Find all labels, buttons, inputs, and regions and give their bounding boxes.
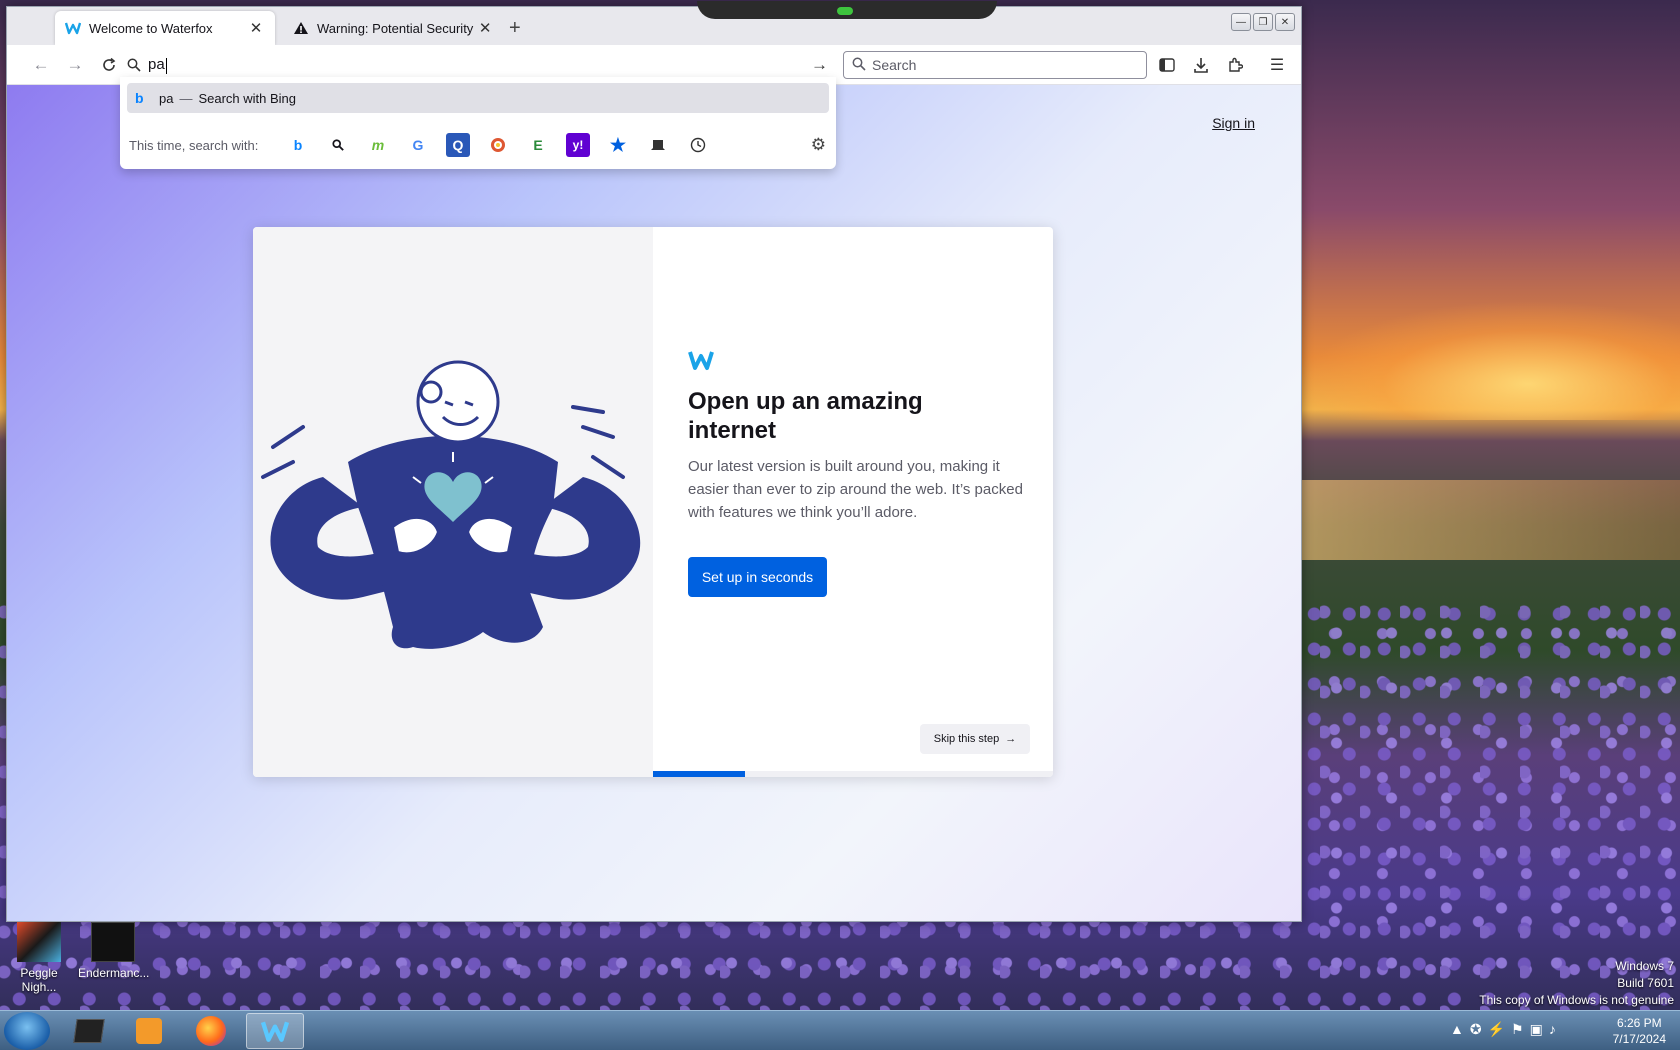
progress-fill <box>653 771 745 777</box>
skip-label: Skip this step <box>933 733 1000 745</box>
person-hugging-illustration <box>261 360 641 649</box>
search-engine-list: b m G Q E y! ★ <box>286 133 710 157</box>
taskbar-media-player[interactable] <box>120 1013 178 1049</box>
browser-window: Welcome to Waterfox ✕ Warning: Potential… <box>6 1 1302 922</box>
gadget-bar <box>697 1 997 19</box>
tab-security-warning[interactable]: Warning: Potential Security Risk ✕ <box>283 11 503 45</box>
tab-welcome[interactable]: Welcome to Waterfox ✕ <box>55 11 275 45</box>
show-hidden-icons[interactable]: ▲ <box>1450 1021 1464 1038</box>
warning-icon <box>293 20 309 36</box>
clock-date: 7/17/2024 <box>1612 1032 1666 1046</box>
address-bar-dropdown: b pa — Search with Bing This time, searc… <box>120 77 836 169</box>
media-player-icon <box>136 1018 162 1044</box>
search-icon <box>852 57 866 74</box>
mojeek-icon[interactable]: m <box>366 133 390 157</box>
waterfox-logo-icon <box>688 349 714 376</box>
setup-button[interactable]: Set up in seconds <box>688 557 827 597</box>
close-icon[interactable]: ✕ <box>247 19 265 37</box>
onboarding-progress <box>653 771 1053 777</box>
taskbar-waterfox[interactable] <box>246 1013 304 1049</box>
tray-app-icon[interactable]: ⚡ <box>1488 1021 1505 1038</box>
new-tab-button[interactable]: + <box>509 17 521 40</box>
sign-in-link[interactable]: Sign in <box>1212 115 1255 131</box>
skip-step-button[interactable]: Skip this step → <box>920 724 1030 754</box>
taskbar-terminal[interactable] <box>60 1013 118 1049</box>
firefox-icon <box>196 1016 226 1046</box>
taskbar-firefox[interactable] <box>182 1013 240 1049</box>
gear-icon[interactable]: ⚙ <box>811 135 826 155</box>
desktop-icon-enderman[interactable]: Endermanc... <box>78 922 150 980</box>
desktop-icon-peggle[interactable]: Peggle Nigh... <box>4 922 74 994</box>
restore-button[interactable]: ❐ <box>1253 13 1273 31</box>
clock[interactable]: 6:26 PM 7/17/2024 <box>1613 1015 1666 1047</box>
bookmarks-icon[interactable]: ★ <box>606 133 630 157</box>
suggestion-query: pa <box>159 90 174 106</box>
clock-time: 6:26 PM <box>1616 1016 1662 1030</box>
page-content: Sign in Open up an amazing internet Our … <box>7 85 1301 921</box>
onboarding-card: Open up an amazing internet Our latest v… <box>253 227 1053 777</box>
peggle-icon <box>17 922 61 962</box>
waterfox-icon <box>260 1021 290 1042</box>
duckduckgo-icon[interactable] <box>486 133 510 157</box>
menu-icon[interactable]: ☰ <box>1265 53 1289 77</box>
suggestion-separator: — <box>179 90 193 106</box>
back-button[interactable]: ← <box>29 53 53 77</box>
close-window-button[interactable]: ✕ <box>1275 13 1295 31</box>
waterfox-icon <box>65 20 81 36</box>
system-tray: ▲ ✪ ⚡ ⚑ ▣ ♪ <box>1450 1021 1556 1038</box>
desktop-icon-label: Endermanc... <box>78 966 150 980</box>
search-icon[interactable] <box>326 133 350 157</box>
search-field[interactable]: Search <box>843 51 1147 79</box>
volume-icon[interactable]: ♪ <box>1549 1021 1556 1038</box>
history-icon[interactable] <box>686 133 710 157</box>
taskbar: ▲ ✪ ⚡ ⚑ ▣ ♪ 6:26 PM 7/17/2024 <box>0 1010 1680 1050</box>
downloads-icon[interactable] <box>1189 53 1213 77</box>
sidebar-icon[interactable] <box>1155 53 1179 77</box>
desktop-icon-label: Peggle Nigh... <box>20 966 58 994</box>
search-suggestion[interactable]: b pa — Search with Bing <box>127 83 829 113</box>
search-icon <box>120 58 148 72</box>
arrow-right-icon: → <box>1005 733 1017 745</box>
tray-app-icon[interactable]: ✪ <box>1470 1021 1482 1038</box>
oneoff-label: This time, search with: <box>129 137 259 153</box>
enderman-icon <box>91 922 135 962</box>
extensions-icon[interactable] <box>1223 53 1247 77</box>
search-placeholder: Search <box>872 57 917 73</box>
forward-button[interactable]: → <box>63 53 87 77</box>
bing-icon[interactable]: b <box>286 133 310 157</box>
suggestion-action: Search with Bing <box>198 90 297 106</box>
minimize-button[interactable]: — <box>1231 13 1251 31</box>
bing-icon: b <box>135 90 144 106</box>
window-controls: — ❐ ✕ <box>1231 13 1295 31</box>
windows-watermark: Windows 7 Build 7601 This copy of Window… <box>1479 959 1674 1007</box>
qwant-icon[interactable]: Q <box>446 133 470 157</box>
illustration-panel <box>253 227 653 777</box>
network-icon[interactable]: ▣ <box>1530 1021 1543 1038</box>
wallpaper-water <box>1300 480 1680 560</box>
flag-icon[interactable]: ⚑ <box>1511 1021 1524 1038</box>
google-icon[interactable]: G <box>406 133 430 157</box>
start-button[interactable] <box>4 1012 50 1050</box>
yahoo-icon[interactable]: y! <box>566 133 590 157</box>
close-icon[interactable]: ✕ <box>477 19 493 37</box>
reload-button[interactable] <box>97 53 121 77</box>
text-panel: Open up an amazing internet Our latest v… <box>653 227 1053 777</box>
go-arrow-icon[interactable]: → <box>811 55 828 75</box>
tabs-icon[interactable] <box>646 133 670 157</box>
wallpaper-sunset <box>1300 300 1680 420</box>
ecosia-icon[interactable]: E <box>526 133 550 157</box>
terminal-icon <box>73 1019 105 1043</box>
tab-label: Warning: Potential Security Risk <box>317 20 477 36</box>
page-description: Our latest version is built around you, … <box>688 458 1023 521</box>
page-title: Open up an amazing internet <box>688 388 923 444</box>
reload-icon <box>103 57 116 71</box>
address-input[interactable]: pa <box>148 56 167 74</box>
tab-strip: Welcome to Waterfox ✕ Warning: Potential… <box>7 1 1301 45</box>
tab-label: Welcome to Waterfox <box>89 20 213 36</box>
